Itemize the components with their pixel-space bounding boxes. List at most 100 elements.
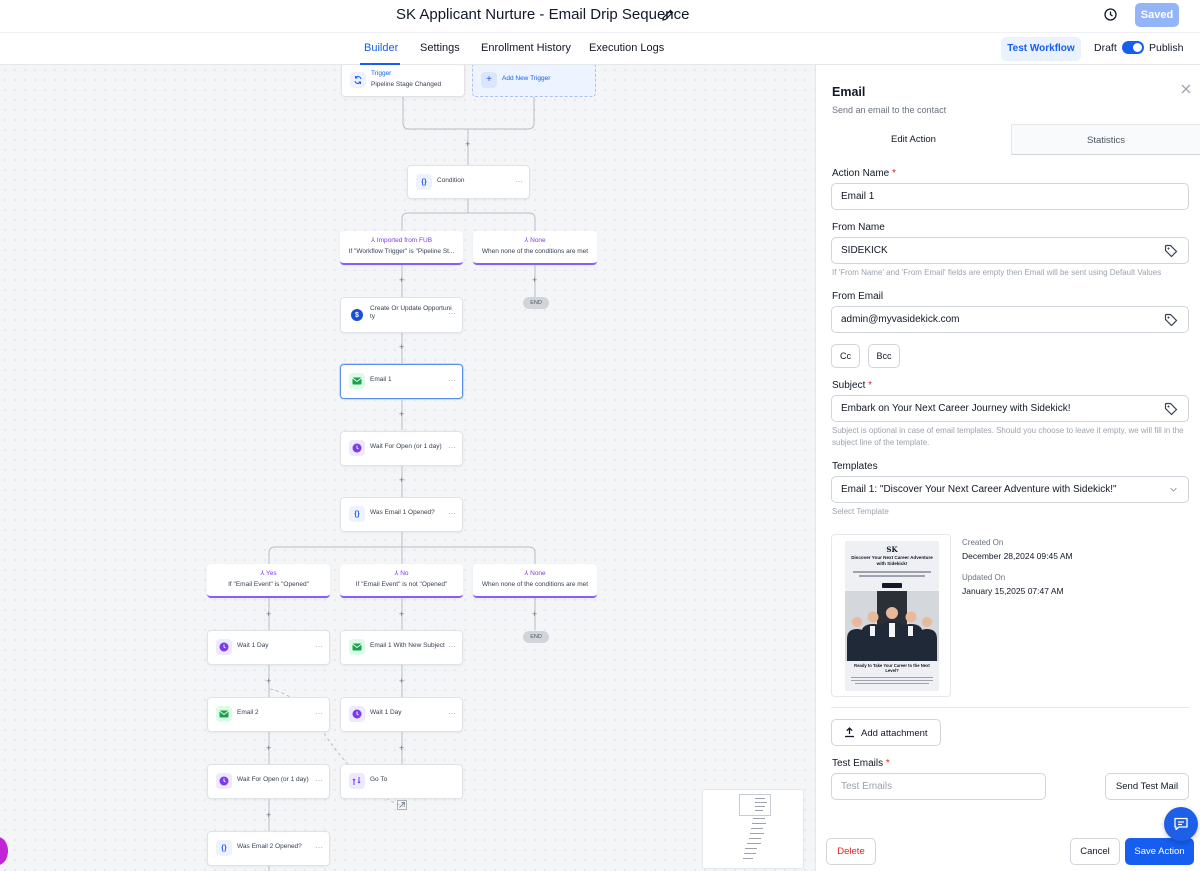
add-step-plus[interactable]: + [399, 676, 404, 686]
clock-icon [349, 440, 365, 456]
more-icon[interactable]: ··· [315, 776, 323, 785]
more-icon[interactable]: ··· [315, 709, 323, 718]
more-icon[interactable]: ··· [448, 642, 456, 651]
top-bar: SK Applicant Nurture - Email Drip Sequen… [0, 0, 1200, 32]
more-icon[interactable]: ··· [448, 509, 456, 518]
add-step-plus[interactable]: + [266, 676, 271, 686]
templates-select[interactable]: Email 1: "Discover Your Next Career Adve… [831, 476, 1189, 503]
trigger-subtitle: Pipeline Stage Changed [371, 81, 442, 88]
tab-enrollment-history[interactable]: Enrollment History [481, 42, 571, 54]
tab-edit-action[interactable]: Edit Action [816, 124, 1011, 155]
add-step-plus[interactable]: + [532, 275, 537, 285]
mail-icon [216, 706, 232, 722]
templates-hint: Select Template [832, 507, 889, 516]
wait-for-open-2-node[interactable]: Wait For Open (or 1 day) ··· [207, 764, 330, 799]
tab-execution-logs[interactable]: Execution Logs [589, 42, 664, 54]
bcc-button[interactable]: Bcc [868, 344, 900, 368]
tab-settings[interactable]: Settings [420, 42, 460, 54]
from-name-input[interactable]: SIDEKICK [831, 237, 1189, 264]
from-name-label: From Name [832, 222, 885, 233]
more-icon[interactable]: ··· [448, 443, 456, 452]
template-footer-text: Ready to Take Your Career to the Next Le… [854, 663, 930, 673]
node-label: Wait For Open (or 1 day) [237, 776, 309, 783]
more-icon[interactable]: ··· [448, 709, 456, 718]
node-label: Was Email 1 Opened? [370, 509, 435, 516]
add-step-plus[interactable]: + [266, 609, 271, 619]
subject-input[interactable]: Embark on Your Next Career Journey with … [831, 395, 1189, 422]
more-icon[interactable]: ··· [315, 642, 323, 651]
test-emails-input[interactable]: Test Emails [831, 773, 1046, 800]
more-icon[interactable]: ··· [448, 309, 456, 318]
send-test-mail-button[interactable]: Send Test Mail [1105, 773, 1189, 800]
add-step-plus[interactable]: + [399, 342, 404, 352]
branch-title: No [400, 570, 409, 577]
wait-for-open-node[interactable]: Wait For Open (or 1 day) ··· [340, 431, 463, 466]
tag-icon[interactable] [1164, 244, 1178, 258]
from-email-input[interactable]: admin@myvasidekick.com [831, 306, 1189, 333]
wait-1-day-node[interactable]: Wait 1 Day ··· [340, 697, 463, 732]
more-icon[interactable]: ··· [448, 376, 456, 385]
created-on-value: December 28,2024 09:45 AM [962, 551, 1073, 561]
email-1-node[interactable]: Email 1 ··· [340, 364, 463, 399]
action-name-input[interactable]: Email 1 [831, 183, 1189, 210]
tab-builder[interactable]: Builder [364, 42, 398, 54]
condition-node[interactable]: {} Condition ··· [407, 165, 530, 199]
add-new-trigger-button[interactable]: + Add New Trigger [472, 65, 596, 97]
branch-none[interactable]: ⅄ None When none of the conditions are m… [473, 564, 597, 598]
go-to-node[interactable]: Go To [340, 764, 463, 799]
add-step-plus[interactable]: + [399, 475, 404, 485]
close-icon[interactable] [1179, 82, 1193, 96]
branch-yes[interactable]: ⅄ Yes If "Email Event" is "Opened" [207, 564, 330, 598]
email-1-new-subject-node[interactable]: Email 1 With New Subject ··· [340, 630, 463, 665]
minimap[interactable] [702, 789, 804, 869]
publish-toggle[interactable] [1122, 41, 1144, 54]
email-2-node[interactable]: Email 2 ··· [207, 697, 330, 732]
branch-title: Yes [266, 570, 277, 577]
chat-widget-button[interactable] [1164, 807, 1198, 841]
test-emails-label: Test Emails * [832, 758, 890, 769]
tag-icon[interactable] [1164, 402, 1178, 416]
wait-1-day-node[interactable]: Wait 1 Day ··· [207, 630, 330, 665]
branch-no[interactable]: ⅄ No If "Email Event" is not "Opened" [340, 564, 463, 598]
add-step-plus[interactable]: + [266, 810, 271, 820]
workflow-canvas[interactable]: + + + + + + + + + + + + + + Trigger Pipe… [0, 65, 815, 871]
node-label: Wait For Open (or 1 day) [370, 443, 442, 450]
saved-button[interactable]: Saved [1135, 3, 1179, 27]
branch-subtitle: When none of the conditions are met [481, 248, 589, 255]
add-step-plus[interactable]: + [399, 609, 404, 619]
was-email-1-opened-node[interactable]: {} Was Email 1 Opened? ··· [340, 497, 463, 532]
add-step-plus[interactable]: + [266, 743, 271, 753]
save-action-button[interactable]: Save Action [1125, 838, 1194, 865]
trigger-title: Trigger [371, 70, 392, 77]
branch-imported-from-fub[interactable]: ⅄ Imported from FUB If "Workflow Trigger… [340, 231, 463, 265]
cancel-button[interactable]: Cancel [1070, 838, 1120, 865]
add-step-plus[interactable]: + [465, 139, 470, 149]
subject-label: Subject * [832, 380, 873, 391]
cc-button[interactable]: Cc [831, 344, 860, 368]
add-step-plus[interactable]: + [399, 275, 404, 285]
was-email-2-opened-node[interactable]: {} Was Email 2 Opened? ··· [207, 831, 330, 866]
branch-icon: ⅄ [524, 570, 529, 577]
history-icon[interactable] [1103, 7, 1118, 22]
node-label: Create Or Update Opportuni ty [370, 305, 452, 320]
test-workflow-button[interactable]: Test Workflow [1001, 37, 1081, 61]
node-label: Was Email 2 Opened? [237, 843, 302, 850]
branch-none[interactable]: ⅄ None When none of the conditions are m… [473, 231, 597, 265]
pencil-icon[interactable] [661, 8, 675, 22]
delete-button[interactable]: Delete [826, 838, 876, 865]
add-step-plus[interactable]: + [532, 609, 537, 619]
create-update-opportunity-node[interactable]: $ Create Or Update Opportuni ty ··· [340, 297, 463, 333]
refresh-icon [350, 72, 366, 88]
trigger-node[interactable]: Trigger Pipeline Stage Changed [341, 65, 465, 97]
more-icon[interactable]: ··· [515, 177, 523, 186]
more-icon[interactable]: ··· [315, 843, 323, 852]
branch-title: None [530, 237, 546, 244]
add-attachment-button[interactable]: Add attachment [831, 719, 941, 746]
add-step-plus[interactable]: + [399, 409, 404, 419]
tab-statistics[interactable]: Statistics [1011, 124, 1200, 155]
add-step-plus[interactable]: + [399, 743, 404, 753]
template-preview[interactable]: SK Discover Your Next Career Adventure w… [831, 534, 951, 697]
tag-icon[interactable] [1164, 313, 1178, 327]
link-icon[interactable] [397, 800, 407, 810]
workflow-title: SK Applicant Nurture - Email Drip Sequen… [396, 6, 690, 23]
